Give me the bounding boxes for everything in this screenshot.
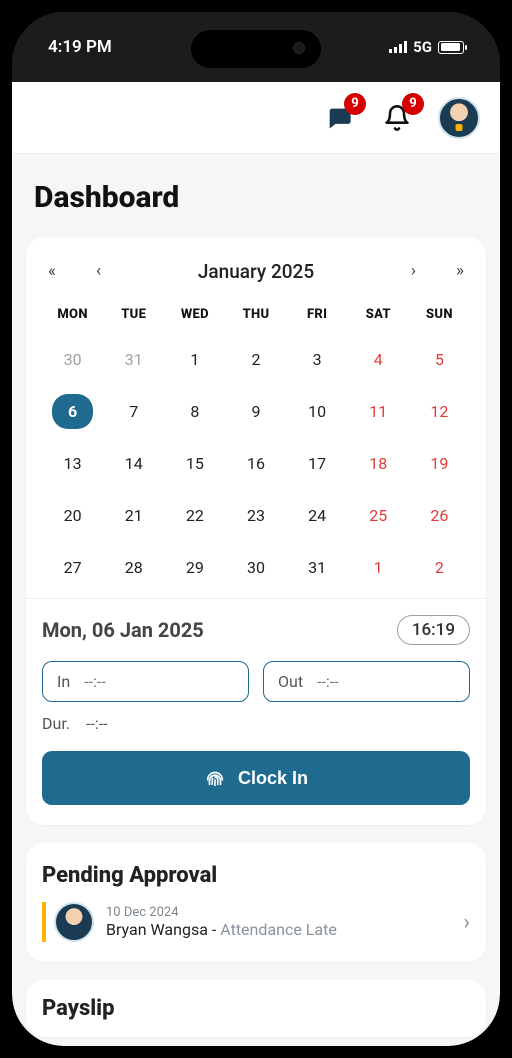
calendar-dow: FRI [287,307,348,322]
calendar-day[interactable]: 31 [287,552,348,582]
calendar-day[interactable]: 28 [103,552,164,582]
duration-label: Dur. [42,714,70,733]
calendar-day[interactable]: 2 [225,344,286,374]
calendar-day[interactable]: 19 [409,448,470,478]
duration-value: --:-- [86,714,108,733]
calendar-day[interactable]: 10 [287,396,348,426]
attendance-header: Mon, 06 Jan 2025 16:19 [42,615,470,645]
calendar-day[interactable]: 24 [287,500,348,530]
pending-title: Pending Approval [42,863,470,888]
page-title: Dashboard [34,180,486,215]
payslip-card[interactable]: Payslip [26,980,486,1037]
calendar-day[interactable]: 8 [164,396,225,426]
calendar-day[interactable]: 6 [42,396,103,426]
chevron-right-icon: › [463,910,470,935]
status-right: 5G [389,38,464,56]
calendar-dow: SUN [409,307,470,322]
calendar-day[interactable]: 25 [348,500,409,530]
calendar-dow: THU [225,307,286,322]
calendar-prev-year[interactable]: « [42,257,62,285]
clock-in-label: Clock In [238,768,308,789]
calendar-day[interactable]: 3 [287,344,348,374]
calendar-day[interactable]: 1 [348,552,409,582]
calendar-day[interactable]: 14 [103,448,164,478]
attendance-date: Mon, 06 Jan 2025 [42,618,204,642]
calendar-card: « ‹ January 2025 › » MONTUEWEDTHUFRISATS… [26,237,486,825]
calendar-day[interactable]: 2 [409,552,470,582]
calendar-day[interactable]: 7 [103,396,164,426]
status-time: 4:19 PM [48,37,112,57]
calendar-day[interactable]: 27 [42,552,103,582]
app-screen: 9 9 Dashboard « ‹ January 2025 › [12,82,500,1046]
calendar-day[interactable]: 12 [409,396,470,426]
chat-badge: 9 [344,93,366,115]
approval-reason: Attendance Late [220,920,337,939]
calendar-day[interactable]: 16 [225,448,286,478]
device-frame: 4:19 PM 5G 9 9 Dashboard « [0,0,512,1058]
approval-avatar [54,902,94,942]
calendar-dow: MON [42,307,103,322]
calendar-dow: SAT [348,307,409,322]
notifications-button[interactable]: 9 [380,101,414,135]
approval-item[interactable]: 10 Dec 2024 Bryan Wangsa - Attendance La… [42,902,470,942]
battery-icon [438,41,464,54]
calendar-month-label: January 2025 [198,260,314,283]
approval-text: 10 Dec 2024 Bryan Wangsa - Attendance La… [106,905,451,939]
device-notch [191,30,321,68]
calendar-next-year[interactable]: » [450,257,470,285]
app-header: 9 9 [12,82,500,154]
in-out-row: In --:-- Out --:-- [42,661,470,702]
calendar-day[interactable]: 23 [225,500,286,530]
approval-main: Bryan Wangsa - Attendance Late [106,920,451,939]
calendar-day[interactable]: 20 [42,500,103,530]
approval-name: Bryan Wangsa [106,920,208,939]
calendar-day[interactable]: 9 [225,396,286,426]
content: Dashboard « ‹ January 2025 › » MONTUEWED… [12,154,500,1037]
calendar-day[interactable]: 1 [164,344,225,374]
calendar-day[interactable]: 22 [164,500,225,530]
calendar-day[interactable]: 30 [42,344,103,374]
avatar-button[interactable] [438,97,480,139]
pending-approval-card: Pending Approval 10 Dec 2024 Bryan Wangs… [26,843,486,962]
calendar-day[interactable]: 4 [348,344,409,374]
fingerprint-icon [204,767,226,789]
duration-row: Dur. --:-- [42,714,470,733]
calendar-day[interactable]: 13 [42,448,103,478]
clock-in-button[interactable]: Clock In [42,751,470,805]
approval-date: 10 Dec 2024 [106,905,451,920]
calendar-day[interactable]: 17 [287,448,348,478]
divider [26,598,486,599]
calendar-day[interactable]: 15 [164,448,225,478]
calendar-dow: WED [164,307,225,322]
payslip-title: Payslip [42,996,470,1021]
clock-in-field[interactable]: In --:-- [42,661,249,702]
calendar-day[interactable]: 21 [103,500,164,530]
calendar-day[interactable]: 31 [103,344,164,374]
clock-out-field[interactable]: Out --:-- [263,661,470,702]
calendar-day[interactable]: 11 [348,396,409,426]
current-time-chip: 16:19 [397,615,470,645]
notifications-badge: 9 [402,93,424,115]
calendar-day[interactable]: 18 [348,448,409,478]
calendar-grid: MONTUEWEDTHUFRISATSUN3031123456789101112… [42,307,470,582]
calendar-day[interactable]: 30 [225,552,286,582]
in-value: --:-- [84,672,106,691]
in-label: In [57,672,70,691]
calendar-next-month[interactable]: › [405,257,422,285]
calendar-day[interactable]: 5 [409,344,470,374]
calendar-nav: « ‹ January 2025 › » [42,257,470,285]
signal-icon [389,41,407,53]
network-label: 5G [413,38,432,56]
calendar-day[interactable]: 29 [164,552,225,582]
calendar-dow: TUE [103,307,164,322]
calendar-day[interactable]: 26 [409,500,470,530]
chat-button[interactable]: 9 [322,101,356,135]
calendar-prev-month[interactable]: ‹ [90,257,107,285]
out-value: --:-- [317,672,339,691]
out-label: Out [278,672,303,691]
